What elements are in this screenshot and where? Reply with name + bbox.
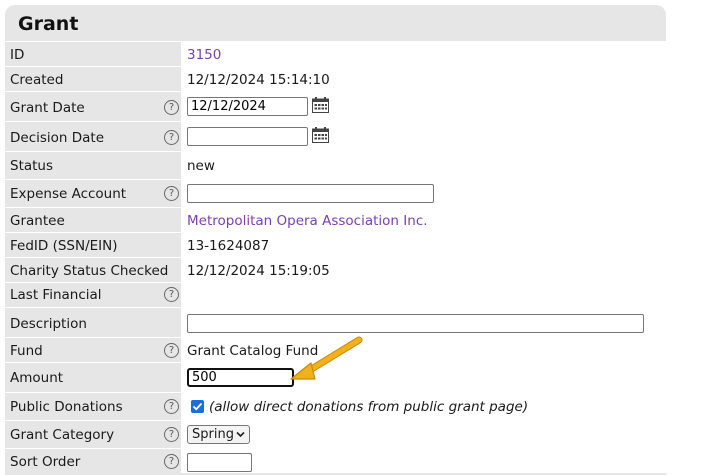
label-grantee: Grantee (10, 213, 65, 229)
label-last-financial: Last Financial (10, 287, 102, 303)
label-created: Created (10, 72, 64, 88)
value-cell-decision-date (181, 122, 666, 151)
id-link[interactable]: 3150 (187, 47, 221, 63)
value-cell-expense-account (181, 180, 666, 207)
public-donations-checkbox[interactable] (191, 400, 204, 413)
description-input[interactable] (187, 314, 644, 333)
help-icon[interactable]: ? (164, 100, 179, 115)
label-id: ID (10, 47, 25, 63)
value-cell-grantee: Metropolitan Opera Association Inc. (181, 208, 666, 232)
row-grant-category: Grant Category ? Spring (5, 420, 666, 448)
decision-date-input[interactable] (187, 127, 308, 146)
help-icon[interactable]: ? (164, 454, 179, 469)
calendar-icon[interactable] (312, 97, 329, 113)
row-charity-status: Charity Status Checked 12/12/2024 15:19:… (5, 257, 666, 282)
value-cell-grant-date (181, 92, 666, 121)
label-description: Description (10, 316, 87, 332)
value-cell-charity-status: 12/12/2024 15:19:05 (181, 258, 666, 282)
label-decision-date: Decision Date (10, 130, 105, 146)
row-status: Status new (5, 151, 666, 179)
grant-panel: Grant ID 3150 Created 12/12/2024 15:14:1… (5, 5, 666, 475)
label-fund: Fund (10, 343, 43, 359)
row-public-donations: Public Donations ? (allow direct donatio… (5, 392, 666, 420)
panel-title: Grant (18, 13, 79, 35)
calendar-icon[interactable] (312, 127, 329, 143)
value-cell-public-donations: (allow direct donations from public gran… (181, 393, 666, 420)
label-status: Status (10, 158, 54, 174)
help-icon[interactable]: ? (164, 399, 179, 414)
grant-category-select[interactable]: Spring (187, 425, 250, 444)
label-sort-order: Sort Order (10, 454, 81, 470)
label-charity-status: Charity Status Checked (10, 263, 169, 279)
help-icon[interactable]: ? (164, 343, 179, 358)
help-icon[interactable]: ? (164, 287, 179, 302)
arrow-pointer (290, 336, 363, 380)
label-public-donations: Public Donations (10, 399, 123, 415)
sort-order-input[interactable] (187, 453, 252, 472)
charity-status-value: 12/12/2024 15:19:05 (187, 263, 330, 279)
row-decision-date: Decision Date ? (5, 121, 666, 151)
label-amount: Amount (10, 370, 64, 386)
row-description: Description (5, 307, 666, 337)
grant-category-selected: Spring (192, 427, 234, 442)
value-cell-id: 3150 (181, 42, 666, 66)
value-cell-sort-order (181, 449, 666, 473)
label-fedid: FedID (SSN/EIN) (10, 238, 118, 254)
public-donations-hint: (allow direct donations from public gran… (209, 399, 529, 415)
value-cell-description (181, 308, 666, 337)
checkmark-icon (192, 402, 203, 411)
value-cell-last-financial (181, 283, 666, 307)
help-icon[interactable]: ? (164, 427, 179, 442)
status-value: new (187, 158, 215, 174)
row-id: ID 3150 (5, 41, 666, 66)
value-cell-fund: Grant Catalog Fund (181, 338, 666, 362)
help-icon[interactable]: ? (164, 130, 179, 145)
help-icon[interactable]: ? (164, 186, 179, 201)
grant-date-input[interactable] (187, 97, 308, 116)
row-grant-date: Grant Date ? (5, 91, 666, 121)
grantee-link[interactable]: Metropolitan Opera Association Inc. (187, 213, 428, 229)
expense-account-input[interactable] (187, 184, 434, 203)
value-cell-fedid: 13-1624087 (181, 233, 666, 257)
label-grant-category: Grant Category (10, 427, 115, 443)
amount-input[interactable] (187, 368, 294, 387)
label-grant-date: Grant Date (10, 100, 85, 116)
value-cell-created: 12/12/2024 15:14:10 (181, 67, 666, 91)
row-fedid: FedID (SSN/EIN) 13-1624087 (5, 232, 666, 257)
row-last-financial: Last Financial ? (5, 282, 666, 307)
created-value: 12/12/2024 15:14:10 (187, 72, 330, 88)
row-created: Created 12/12/2024 15:14:10 (5, 66, 666, 91)
label-expense-account: Expense Account (10, 186, 127, 202)
row-grantee: Grantee Metropolitan Opera Association I… (5, 207, 666, 232)
value-cell-grant-category: Spring (181, 421, 666, 448)
chevron-down-icon (236, 431, 245, 438)
value-cell-status: new (181, 152, 666, 179)
row-expense-account: Expense Account ? (5, 179, 666, 207)
fedid-value: 13-1624087 (187, 238, 270, 254)
value-cell-amount (181, 363, 666, 392)
